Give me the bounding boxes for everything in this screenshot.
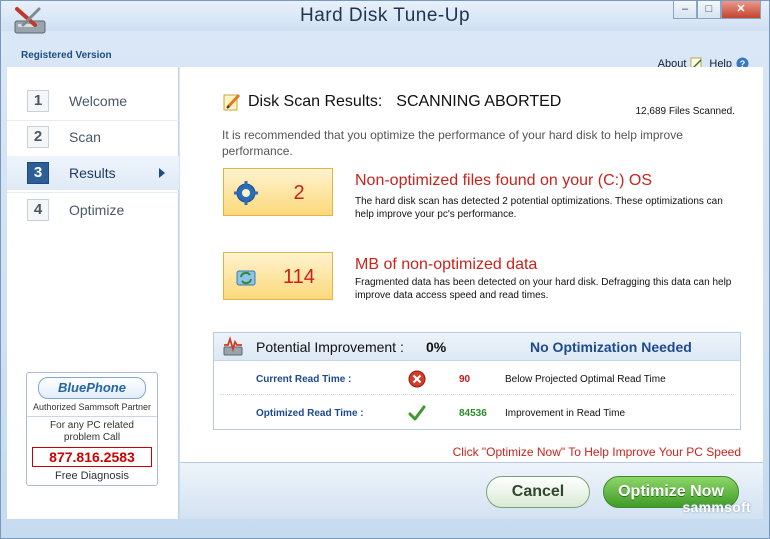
window-title: Hard Disk Tune-Up bbox=[299, 5, 471, 26]
non-optimized-files-value: 2 bbox=[293, 182, 305, 204]
support-line-1: For any PC related bbox=[50, 420, 134, 431]
free-diagnosis-label: Free Diagnosis bbox=[55, 470, 129, 482]
support-phone-number[interactable]: 877.816.2583 bbox=[32, 447, 152, 467]
step-label: Optimize bbox=[69, 202, 125, 218]
title-bar: Hard Disk Tune-Up – □ ✕ bbox=[1, 1, 769, 34]
notepad-pencil-icon bbox=[223, 93, 241, 111]
registered-label: Registered Version bbox=[21, 50, 112, 61]
non-optimized-files-title: Non-optimized files found on your (C:) O… bbox=[355, 172, 653, 189]
support-line-2: problem Call bbox=[63, 432, 121, 443]
optimized-read-time-note: Improvement in Read Time bbox=[505, 408, 626, 419]
bluephone-support-card[interactable]: BluePhone Authorized Sammsoft Partner Fo… bbox=[26, 372, 158, 486]
non-optimized-data-box: 114 bbox=[223, 252, 333, 300]
step-number: 2 bbox=[27, 126, 49, 148]
sub-header: Registered Version About Help ? bbox=[1, 31, 769, 70]
step-scan[interactable]: 2 Scan bbox=[7, 120, 179, 154]
optimized-read-time-value: 84536 bbox=[459, 408, 487, 419]
app-window: Hard Disk Tune-Up – □ ✕ Registered Versi… bbox=[0, 0, 770, 539]
window-controls: – □ ✕ bbox=[673, 1, 761, 19]
files-scanned-count: 12,689 Files Scanned. bbox=[635, 106, 735, 117]
scan-header: Disk Scan Results: SCANNING ABORTED bbox=[222, 92, 561, 112]
non-optimized-files-box: 2 bbox=[223, 168, 333, 216]
card-divider bbox=[27, 416, 157, 417]
step-label: Results bbox=[69, 165, 116, 181]
current-read-time-row: Current Read Time : 90 Below Projected O… bbox=[214, 363, 740, 397]
step-optimize[interactable]: 4 Optimize bbox=[7, 193, 179, 227]
current-read-time-value: 90 bbox=[459, 374, 471, 385]
potential-improvement-value: 0% bbox=[426, 339, 447, 355]
step-label: Scan bbox=[69, 129, 101, 145]
defrag-arrows-icon bbox=[236, 270, 256, 286]
gear-icon bbox=[234, 181, 258, 205]
optimization-status: No Optimization Needed bbox=[530, 339, 692, 355]
maximize-button[interactable]: □ bbox=[697, 1, 721, 19]
scan-results-title: Disk Scan Results: bbox=[248, 93, 383, 110]
footer-bar: Cancel Optimize Now sammsoft bbox=[180, 462, 763, 519]
close-button[interactable]: ✕ bbox=[721, 1, 761, 19]
recommendation-text: It is recommended that you optimize the … bbox=[222, 128, 683, 158]
scan-status: SCANNING ABORTED bbox=[396, 93, 562, 110]
step-number: 1 bbox=[27, 90, 49, 112]
step-welcome[interactable]: 1 Welcome bbox=[7, 84, 179, 118]
optimized-read-time-row: Optimized Read Time : 84536 Improvement … bbox=[214, 397, 740, 431]
step-results[interactable]: 3 Results bbox=[7, 156, 179, 190]
optimized-read-time-label: Optimized Read Time : bbox=[256, 408, 364, 419]
step-label: Welcome bbox=[69, 93, 128, 109]
optimize-prompt-text: Click "Optimize Now" To Help Improve You… bbox=[452, 445, 741, 459]
sammsoft-logo: sammsoft bbox=[682, 499, 751, 515]
active-step-arrow-icon bbox=[159, 168, 165, 178]
cancel-button[interactable]: Cancel bbox=[486, 476, 590, 508]
potential-improvement-panel: Potential Improvement : 0% No Optimizati… bbox=[213, 332, 741, 430]
non-optimized-files-desc: The hard disk scan has detected 2 potent… bbox=[355, 196, 723, 220]
current-read-time-note: Below Projected Optimal Read Time bbox=[505, 374, 666, 385]
current-read-time-label: Current Read Time : bbox=[256, 374, 352, 385]
checkmark-icon bbox=[408, 405, 426, 421]
partner-label: Authorized Sammsoft Partner bbox=[32, 402, 152, 412]
row-divider bbox=[220, 394, 734, 395]
non-optimized-data-title: MB of non-optimized data bbox=[355, 256, 538, 273]
error-x-icon bbox=[408, 370, 426, 388]
bluephone-logo: BluePhone bbox=[38, 377, 146, 399]
non-optimized-data-value: 114 bbox=[283, 266, 315, 288]
minimize-button[interactable]: – bbox=[673, 1, 697, 19]
performance-monitor-icon bbox=[223, 336, 243, 356]
step-number: 3 bbox=[27, 162, 49, 184]
non-optimized-data-desc: Fragmented data has been detected on you… bbox=[355, 277, 732, 301]
steps-sidebar: 1 Welcome 2 Scan 3 Results 4 Optimize Bl… bbox=[7, 67, 179, 519]
improvement-header: Potential Improvement : 0% No Optimizati… bbox=[214, 333, 740, 361]
results-panel: Disk Scan Results: SCANNING ABORTED 12,6… bbox=[180, 67, 763, 519]
step-number: 4 bbox=[27, 199, 49, 221]
potential-improvement-label: Potential Improvement : bbox=[256, 339, 404, 355]
